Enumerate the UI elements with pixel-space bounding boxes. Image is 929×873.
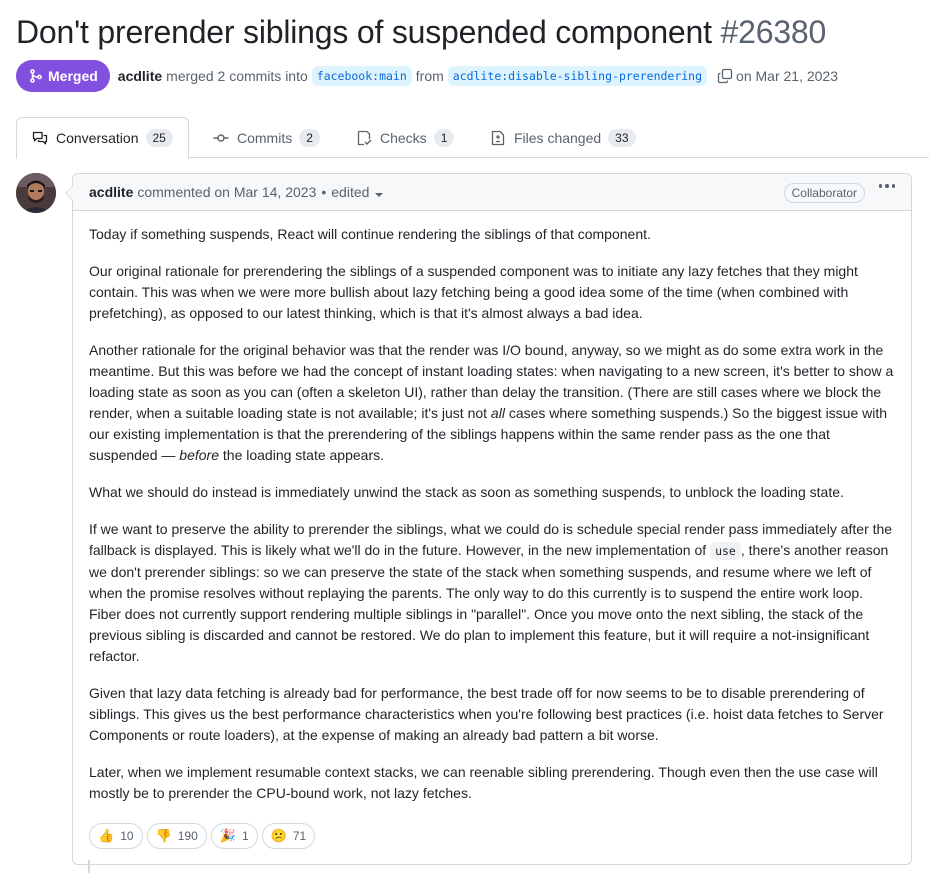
confused-icon: 😕 <box>270 828 287 843</box>
comment-box: acdlite commented on Mar 14, 2023 • edit… <box>65 173 912 865</box>
tab-checks-label: Checks <box>380 129 427 146</box>
comment-paragraph: Today if something suspends, React will … <box>89 226 651 242</box>
git-merge-icon <box>30 69 42 83</box>
comment-discussion-icon <box>32 131 48 145</box>
separator-dot: • <box>321 184 327 200</box>
reaction-confused[interactable]: 😕 71 <box>261 823 316 849</box>
timeline-line <box>88 860 90 873</box>
emphasis-text: all <box>490 405 505 421</box>
tab-checks-count: 1 <box>433 128 455 147</box>
edited-dropdown[interactable]: edited <box>331 184 384 200</box>
merge-date: on Mar 21, 2023 <box>736 68 838 84</box>
tab-files-changed-label: Files changed <box>514 129 602 146</box>
comment-header: acdlite commented on Mar 14, 2023 • edit… <box>73 174 911 211</box>
comment-paragraph: What we should do instead is immediately… <box>89 484 844 500</box>
thumbs-down-icon: 👎 <box>155 828 172 843</box>
git-commit-icon <box>213 133 229 142</box>
from-text: from <box>415 68 444 84</box>
pr-title: Don't prerender siblings of suspended co… <box>16 14 826 51</box>
reactions-bar: 👍 10 👎 190 🎉 1 😕 71 <box>89 823 316 849</box>
comment-author[interactable]: acdlite <box>89 184 133 200</box>
reaction-count: 1 <box>241 829 249 843</box>
tab-conversation-label: Conversation <box>56 130 139 146</box>
reaction-count: 71 <box>292 829 307 843</box>
tab-commits[interactable]: Commits 2 <box>213 117 320 158</box>
merge-text: merged 2 commits into <box>166 68 308 84</box>
comment-paragraph: Later, when we implement resumable conte… <box>89 764 878 801</box>
merged-state-label: Merged <box>48 68 98 84</box>
tab-conversation[interactable]: Conversation 25 <box>16 117 189 159</box>
edited-label: edited <box>331 184 370 200</box>
comment-body: Today if something suspends, React will … <box>73 211 911 804</box>
reaction-count: 190 <box>177 829 198 843</box>
emphasis-text: before <box>179 447 219 463</box>
pr-title-text: Don't prerender siblings of suspended co… <box>16 14 712 50</box>
pr-tabs: Conversation 25 Commits 2 Checks 1 Files… <box>16 117 929 159</box>
tab-files-changed[interactable]: Files changed 33 <box>490 117 636 158</box>
chevron-down-icon <box>375 193 384 197</box>
avatar[interactable] <box>16 173 56 213</box>
reaction-thumbs-up[interactable]: 👍 10 <box>89 823 143 849</box>
tab-commits-label: Commits <box>237 129 293 146</box>
merged-state-badge: Merged <box>16 60 110 92</box>
pr-meta: Merged acdlite merged 2 commits into fac… <box>16 60 838 92</box>
pr-number: #26380 <box>720 14 827 50</box>
comment-paragraph: If we want to preserve the ability to pr… <box>89 519 895 667</box>
text-run: , there's another reason we don't preren… <box>89 542 889 664</box>
comment-timestamp[interactable]: commented on Mar 14, 2023 <box>137 184 316 200</box>
comment-paragraph: Our original rationale for prerendering … <box>89 263 858 321</box>
tab-checks[interactable]: Checks 1 <box>356 117 455 158</box>
kebab-horizontal-icon[interactable] <box>878 184 895 188</box>
pr-author-link[interactable]: acdlite <box>118 68 162 84</box>
head-branch[interactable]: acdlite:disable-sibling-prerendering <box>447 66 708 86</box>
copy-icon[interactable] <box>717 68 733 84</box>
reaction-hooray[interactable]: 🎉 1 <box>210 823 258 849</box>
tab-files-changed-count: 33 <box>608 128 636 147</box>
tab-conversation-count: 25 <box>145 129 173 147</box>
checklist-icon <box>357 130 372 145</box>
text-run: the loading state appears. <box>219 447 385 463</box>
comment-paragraph: Given that lazy data fetching is already… <box>89 685 884 743</box>
collaborator-badge: Collaborator <box>783 183 865 203</box>
tab-commits-count: 2 <box>299 128 320 147</box>
thumbs-up-icon: 👍 <box>98 828 115 843</box>
base-branch[interactable]: facebook:main <box>311 66 412 86</box>
hooray-icon: 🎉 <box>219 828 236 843</box>
merge-summary: acdlite merged 2 commits into facebook:m… <box>118 66 838 86</box>
comment-paragraph: Another rationale for the original behav… <box>89 340 895 466</box>
inline-code: use <box>710 542 741 560</box>
reaction-count: 10 <box>120 829 134 843</box>
reaction-thumbs-down[interactable]: 👎 190 <box>146 823 207 849</box>
file-diff-icon <box>491 130 505 145</box>
